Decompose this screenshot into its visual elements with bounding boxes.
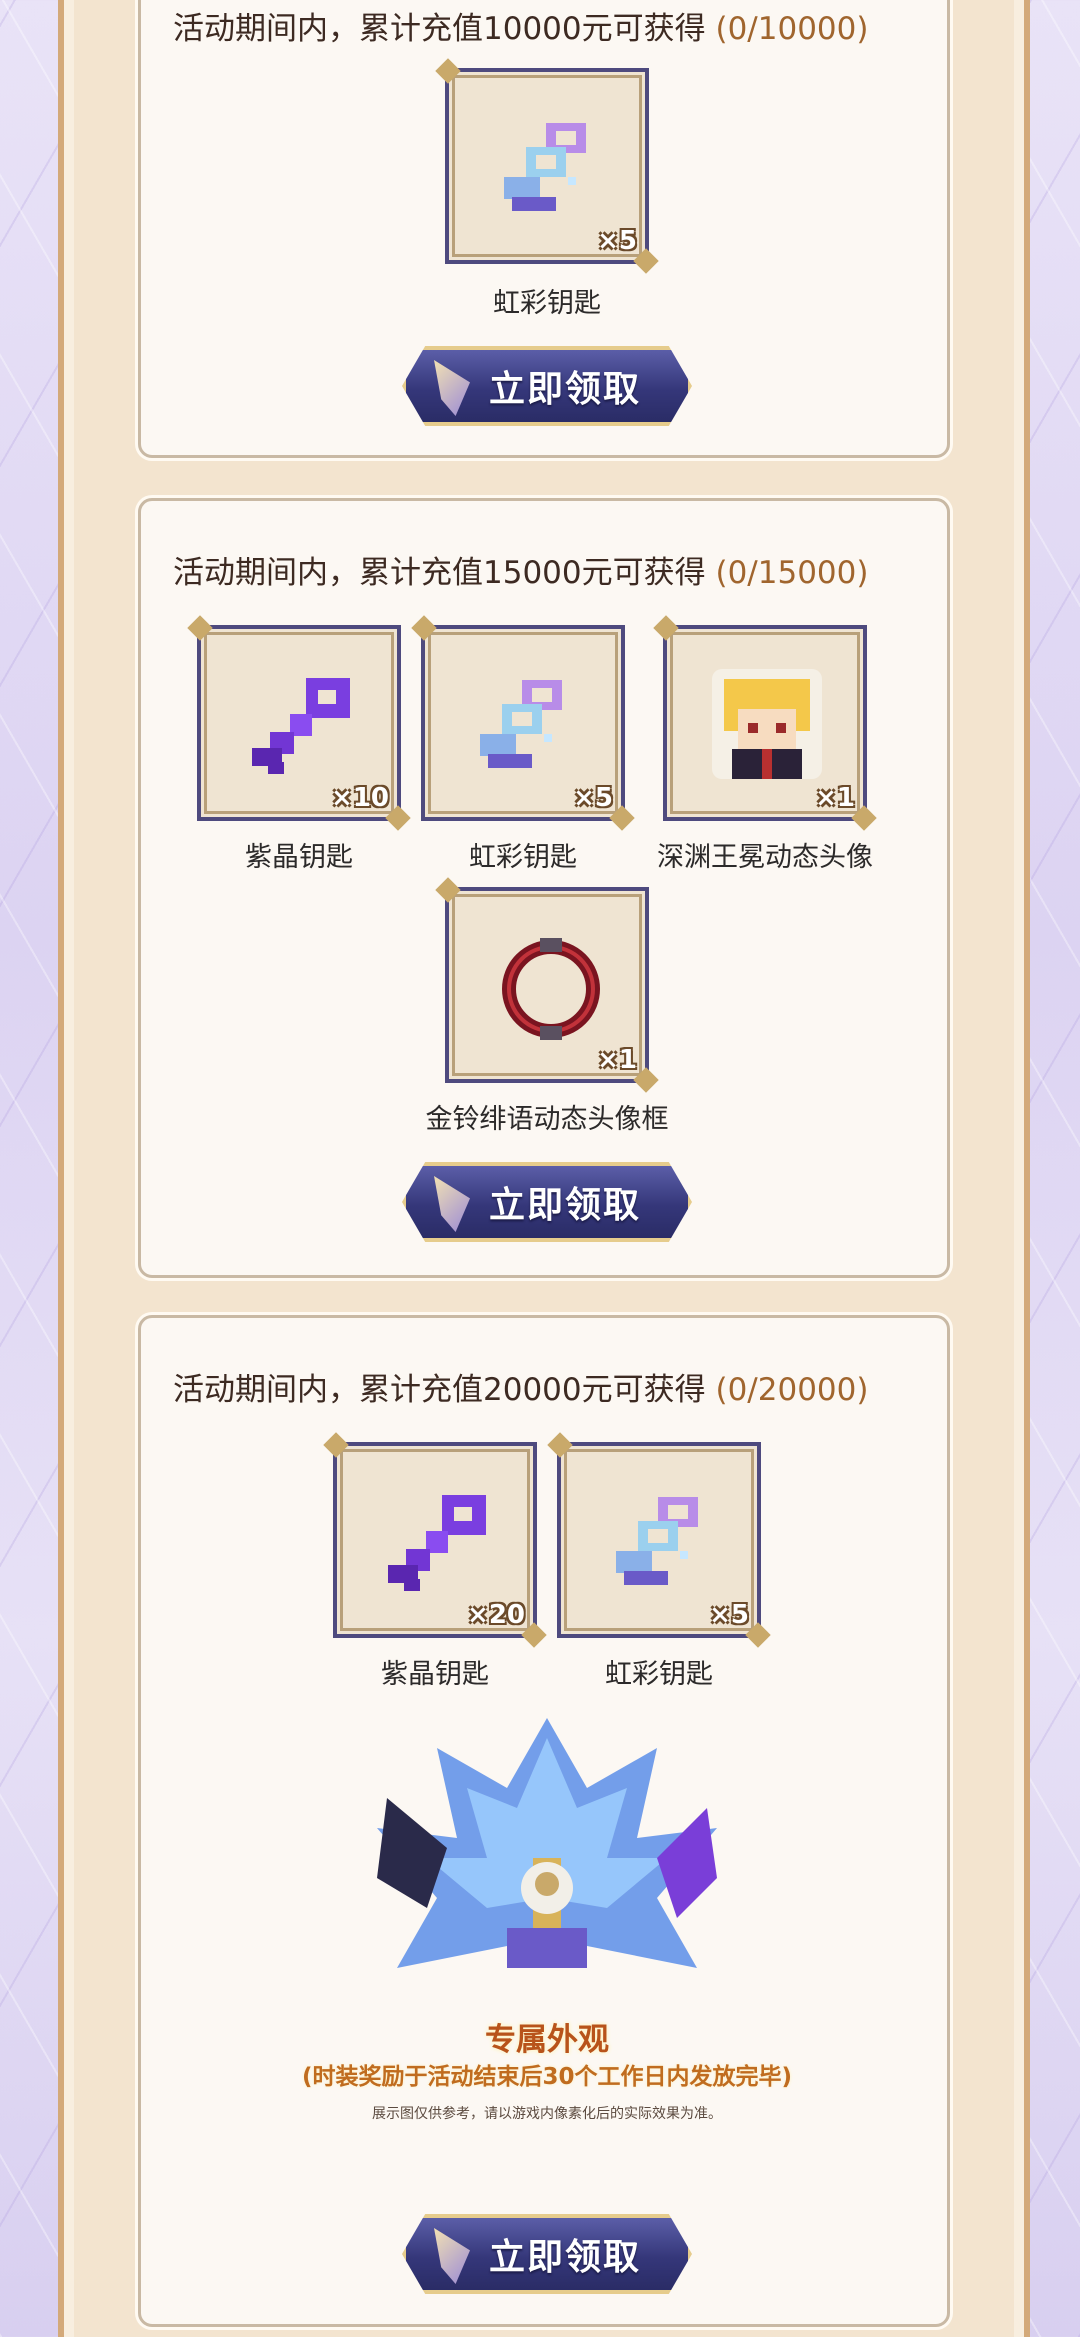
- claim-button-label: 立即领取: [488, 2237, 641, 2278]
- requirement-text: 活动期间内，累计充值10000元可获得: [173, 11, 706, 47]
- reward-quantity: ×5: [709, 1600, 749, 1630]
- claim-button[interactable]: 立即领取: [402, 346, 692, 426]
- reward-quantity: ×1: [597, 1045, 637, 1075]
- reward-tier-card: 活动期间内，累计充值10000元可获得 (0/10000) ×5 虹彩钥匙 立即…: [138, 0, 950, 458]
- claim-button-label: 立即领取: [488, 369, 641, 410]
- reward-item[interactable]: ×1: [445, 887, 649, 1083]
- amethyst-key-icon: [388, 1495, 486, 1591]
- avatar-icon: [712, 669, 822, 779]
- requirement-text: 活动期间内，累计充值20000元可获得: [173, 1372, 706, 1408]
- reward-item[interactable]: ×5: [445, 68, 649, 264]
- rainbow-key-icon: [616, 1497, 698, 1585]
- reward-item[interactable]: ×5: [557, 1442, 761, 1638]
- outfit-title: 专属外观: [485, 2022, 609, 2058]
- reward-name: 深渊王冕动态头像: [657, 842, 873, 873]
- claim-button-label: 立即领取: [488, 1185, 641, 1226]
- avatar-frame-icon: [502, 938, 600, 1040]
- wing-emblem-icon: [434, 1176, 470, 1232]
- reward-item[interactable]: ×20: [333, 1442, 537, 1638]
- reward-name: 虹彩钥匙: [605, 1659, 713, 1690]
- progress-text: (0/20000): [715, 1372, 869, 1408]
- rainbow-key-icon: [504, 123, 586, 211]
- tier-requirement: 活动期间内，累计充值20000元可获得 (0/20000): [173, 1364, 868, 1409]
- outfit-preview-image: [377, 1718, 717, 1968]
- requirement-text: 活动期间内，累计充值15000元可获得: [173, 555, 706, 591]
- rainbow-key-icon: [480, 680, 562, 768]
- reward-item[interactable]: ×5: [421, 625, 625, 821]
- claim-button[interactable]: 立即领取: [402, 1162, 692, 1242]
- reward-name: 紫晶钥匙: [245, 842, 353, 873]
- reward-item[interactable]: ×10: [197, 625, 401, 821]
- reward-name: 虹彩钥匙: [469, 842, 577, 873]
- reward-quantity: ×20: [467, 1600, 525, 1630]
- wing-emblem-icon: [434, 2228, 470, 2284]
- amethyst-key-icon: [252, 678, 350, 774]
- reward-name: 虹彩钥匙: [493, 288, 601, 319]
- reward-name: 金铃绯语动态头像框: [425, 1104, 669, 1135]
- reward-quantity: ×5: [597, 226, 637, 256]
- reward-name: 紫晶钥匙: [381, 1659, 489, 1690]
- reward-quantity: ×5: [573, 783, 613, 813]
- reward-quantity: ×1: [815, 783, 855, 813]
- progress-text: (0/15000): [715, 555, 869, 591]
- reward-item[interactable]: ×1: [663, 625, 867, 821]
- reward-quantity: ×10: [331, 783, 389, 813]
- reward-tier-card: 活动期间内，累计充值15000元可获得 (0/15000) ×10 紫晶钥匙 ×…: [138, 498, 950, 1278]
- progress-text: (0/10000): [715, 11, 869, 47]
- outfit-delivery-note: (时装奖励于活动结束后30个工作日内发放完毕): [301, 2064, 793, 2090]
- tier-requirement: 活动期间内，累计充值15000元可获得 (0/15000): [173, 547, 868, 592]
- claim-button[interactable]: 立即领取: [402, 2214, 692, 2294]
- reward-tier-card: 活动期间内，累计充值20000元可获得 (0/20000) ×20 紫晶钥匙 ×…: [138, 1315, 950, 2327]
- tier-requirement: 活动期间内，累计充值10000元可获得 (0/10000): [173, 3, 868, 48]
- outfit-disclaimer: 展示图仅供参考，请以游戏内像素化后的实际效果为准。: [372, 2106, 722, 2122]
- wing-emblem-icon: [434, 360, 470, 416]
